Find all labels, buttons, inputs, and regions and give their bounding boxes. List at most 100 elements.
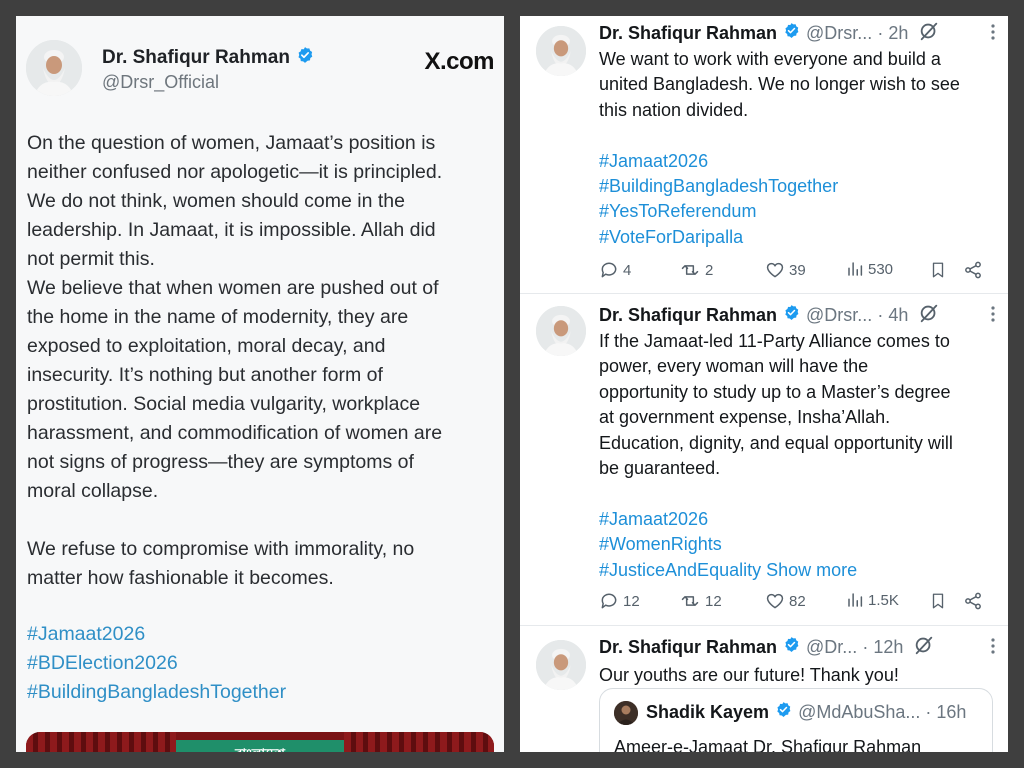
hashtag-link[interactable]: #YesToReferendum xyxy=(599,199,999,224)
tweet-text: We want to work with everyone and build … xyxy=(599,47,999,250)
tweet-paragraph: If the Jamaat-led 11-Party Alliance come… xyxy=(599,331,953,479)
quoted-author-name[interactable]: Shadik Kayem xyxy=(646,702,769,723)
avatar[interactable] xyxy=(536,306,586,356)
avatar[interactable] xyxy=(536,26,586,76)
tweet-paragraph: We want to work with everyone and build … xyxy=(599,49,960,120)
more-options-icon[interactable] xyxy=(990,23,996,45)
post-image[interactable]: বাংলাদেশ xyxy=(26,732,494,752)
views-icon xyxy=(846,260,864,278)
more-options-icon[interactable] xyxy=(990,305,996,327)
bookmark-button[interactable] xyxy=(929,260,947,280)
share-button[interactable] xyxy=(963,591,983,611)
quoted-avatar[interactable] xyxy=(614,701,638,725)
timestamp[interactable]: 2h xyxy=(888,23,908,44)
hashtag-link[interactable]: #BuildingBangladeshTogether xyxy=(27,678,286,707)
curtain-left xyxy=(26,732,176,752)
avatar[interactable] xyxy=(26,40,82,96)
hashtag-link[interactable]: #JusticeAndEquality xyxy=(599,560,761,580)
hashtag-link[interactable]: #VoteForDaripalla xyxy=(599,225,999,250)
left-post-body: On the question of women, Jamaat’s posit… xyxy=(27,129,499,593)
grok-icon[interactable] xyxy=(913,634,935,661)
share-icon xyxy=(963,260,983,280)
quoted-header: Shadik Kayem @MdAbuSha... · 16h xyxy=(646,701,966,723)
author-name[interactable]: Dr. Shafiqur Rahman xyxy=(102,47,290,69)
image-banner: বাংলাদেশ xyxy=(176,740,344,752)
reply-button[interactable]: 12 xyxy=(599,591,640,611)
tweet-header: Dr. Shafiqur Rahman @Drsr... · 4h xyxy=(599,304,996,326)
author-handle[interactable]: @Drsr... xyxy=(806,305,872,326)
reply-icon xyxy=(599,260,619,280)
repost-icon xyxy=(679,260,701,280)
hashtag-link[interactable]: #BuildingBangladeshTogether xyxy=(599,174,999,199)
hashtag-link[interactable]: #Jamaat2026 xyxy=(599,507,1003,532)
views-button[interactable]: 530 xyxy=(846,260,893,278)
quoted-author-handle[interactable]: @MdAbuSha... xyxy=(798,702,920,723)
repost-count: 2 xyxy=(705,261,714,279)
verified-badge-icon xyxy=(783,636,800,658)
bookmark-button[interactable] xyxy=(929,591,947,611)
grok-icon[interactable] xyxy=(918,20,940,47)
views-button[interactable]: 1.5K xyxy=(846,591,899,609)
bookmark-icon xyxy=(929,591,947,611)
more-options-icon[interactable] xyxy=(990,637,996,659)
curtain-right xyxy=(344,732,494,752)
quoted-timestamp[interactable]: 16h xyxy=(936,702,966,723)
quoted-tweet[interactable]: Shadik Kayem @MdAbuSha... · 16h Ameer-e-… xyxy=(599,688,993,752)
post-paragraph: On the question of women, Jamaat’s posit… xyxy=(27,132,443,502)
hashtag-link[interactable]: #Jamaat2026 xyxy=(599,149,999,174)
repost-icon xyxy=(679,591,701,611)
grok-icon[interactable] xyxy=(918,302,940,329)
left-post-hashtags: #Jamaat2026 #BDElection2026 #BuildingBan… xyxy=(27,620,286,707)
tweet[interactable]: Dr. Shafiqur Rahman @Drsr... · 2h We wan… xyxy=(520,16,1008,294)
like-button[interactable]: 39 xyxy=(765,260,806,280)
left-post-screenshot: Dr. Shafiqur Rahman @Drsr_Official X.com… xyxy=(16,16,504,752)
repost-button[interactable]: 2 xyxy=(679,260,713,280)
author-handle[interactable]: @Dr... xyxy=(806,637,857,658)
tweet-actions: 12 12 82 1.5K xyxy=(599,591,997,613)
separator-dot: · xyxy=(877,304,884,325)
share-icon xyxy=(963,591,983,611)
author-name[interactable]: Dr. Shafiqur Rahman xyxy=(599,305,777,326)
separator-dot: · xyxy=(925,701,932,722)
views-count: 1.5K xyxy=(868,591,899,609)
hashtag-link[interactable]: #BDElection2026 xyxy=(27,649,286,678)
bookmark-icon xyxy=(929,260,947,280)
author-name[interactable]: Dr. Shafiqur Rahman xyxy=(599,23,777,44)
verified-badge-icon xyxy=(296,46,314,69)
repost-button[interactable]: 12 xyxy=(679,591,722,611)
views-count: 530 xyxy=(868,260,894,278)
x-logo: X.com xyxy=(424,48,494,75)
tweet[interactable]: Dr. Shafiqur Rahman @Drsr... · 4h If the… xyxy=(520,294,1008,626)
separator-dot: · xyxy=(877,22,884,43)
reply-count: 12 xyxy=(623,592,640,610)
left-post-header: Dr. Shafiqur Rahman @Drsr_Official X.com xyxy=(26,40,494,100)
like-count: 39 xyxy=(789,261,806,279)
reply-icon xyxy=(599,591,619,611)
tweet-text: If the Jamaat-led 11-Party Alliance come… xyxy=(599,329,1003,583)
author-handle[interactable]: @Drsr_Official xyxy=(102,72,219,93)
author-name[interactable]: Dr. Shafiqur Rahman xyxy=(599,637,777,658)
share-button[interactable] xyxy=(963,260,983,280)
tweet-text: Our youths are our future! Thank you! xyxy=(599,663,999,688)
hashtag-link[interactable]: #Jamaat2026 xyxy=(27,620,286,649)
separator-dot: · xyxy=(862,636,869,657)
reply-button[interactable]: 4 xyxy=(599,260,631,280)
show-more-link[interactable]: Show more xyxy=(766,560,857,580)
timestamp[interactable]: 12h xyxy=(873,637,903,658)
timestamp[interactable]: 4h xyxy=(888,305,908,326)
quoted-text: Ameer-e-Jamaat Dr. Shafiqur Rahman xyxy=(614,737,922,752)
heart-icon xyxy=(765,260,785,280)
tweet-header: Dr. Shafiqur Rahman @Drsr... · 2h xyxy=(599,22,996,44)
reply-count: 4 xyxy=(623,261,632,279)
author-handle[interactable]: @Drsr... xyxy=(806,23,872,44)
tweet-header: Dr. Shafiqur Rahman @Dr... · 12h xyxy=(599,636,996,658)
like-count: 82 xyxy=(789,592,806,610)
tweet-paragraph: Our youths are our future! Thank you! xyxy=(599,665,899,685)
heart-icon xyxy=(765,591,785,611)
avatar[interactable] xyxy=(536,640,586,690)
like-button[interactable]: 82 xyxy=(765,591,806,611)
hashtag-link[interactable]: #WomenRights xyxy=(599,532,1003,557)
